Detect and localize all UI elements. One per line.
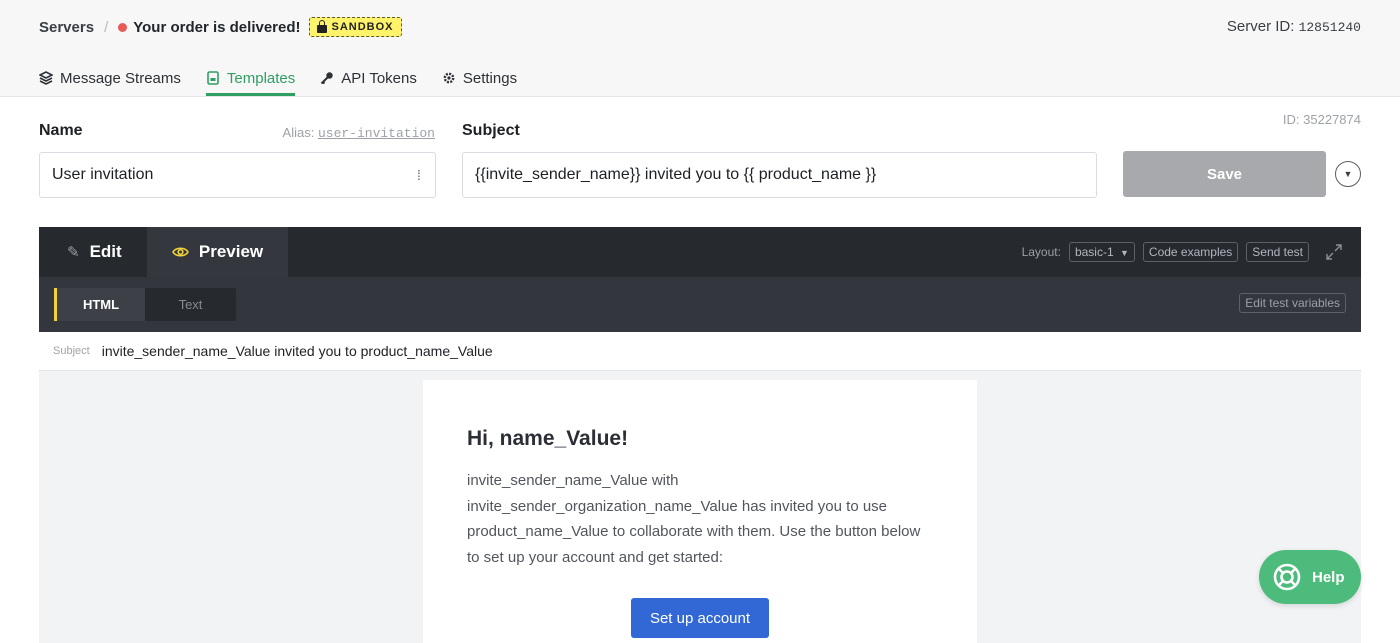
format-toolbar: HTML Text Edit test variables: [39, 277, 1361, 332]
tab-templates-label: Templates: [226, 69, 296, 87]
server-id-label: Server ID:: [1226, 18, 1295, 35]
caret-down-icon: ▼: [1119, 248, 1129, 258]
tab-message-streams-label: Message Streams: [60, 69, 181, 87]
preview-subject-label: Subject: [53, 345, 90, 357]
email-heading: Hi, name_Value!: [467, 427, 629, 450]
editor-toolbar: ✎ Edit Preview Layout: basic-1 ▼ Code ex…: [39, 227, 1361, 277]
name-label: Name: [39, 122, 83, 139]
layout-label: Layout:: [1021, 245, 1061, 259]
layout-select[interactable]: basic-1 ▼: [1068, 242, 1135, 262]
server-id: Server ID: 12851240: [1227, 18, 1361, 35]
subject-label: Subject: [462, 122, 520, 139]
alias-link[interactable]: user-invitation: [318, 126, 435, 141]
setup-account-button[interactable]: Set up account: [631, 598, 769, 638]
code-examples-button[interactable]: Code examples: [1142, 242, 1239, 262]
subject-input-value: {{invite_sender_name}} invited you to {{…: [475, 166, 877, 183]
text-cursor-icon: ⁞: [417, 167, 421, 183]
tab-preview[interactable]: Preview: [147, 227, 288, 277]
server-status-dot: [118, 22, 128, 32]
tab-api-tokens-label: API Tokens: [341, 69, 417, 87]
chevron-down-icon: ▼: [1343, 169, 1353, 179]
alias-label: Alias:: [282, 125, 315, 140]
tab-preview-label: Preview: [198, 242, 264, 261]
format-tab-text[interactable]: Text: [145, 288, 236, 321]
lock-icon: [316, 19, 327, 33]
sandbox-badge-label: SANDBOX: [331, 21, 394, 33]
template-id: ID: 35227874: [1282, 112, 1361, 127]
help-label: Help: [1312, 568, 1345, 586]
expand-icon[interactable]: [1325, 243, 1343, 261]
name-input[interactable]: User invitation ⁞: [39, 152, 436, 198]
save-button[interactable]: Save: [1123, 151, 1326, 197]
help-button[interactable]: Help: [1259, 550, 1361, 604]
tab-templates[interactable]: Templates: [205, 60, 296, 96]
top-header: Servers / Your order is delivered! SANDB…: [0, 0, 1400, 97]
tab-api-tokens[interactable]: API Tokens: [320, 60, 417, 96]
layout-select-value: basic-1: [1074, 245, 1114, 259]
alias: Alias: user-invitation: [283, 125, 435, 141]
tab-settings-label: Settings: [462, 69, 518, 87]
subject-input[interactable]: {{invite_sender_name}} invited you to {{…: [462, 152, 1097, 198]
format-toggle: HTML Text: [54, 288, 236, 321]
gear-icon: [443, 72, 455, 84]
preview-subject-row: Subject invite_sender_name_Value invited…: [39, 332, 1361, 371]
template-icon: [207, 71, 219, 85]
key-icon: [321, 72, 333, 85]
server-nav-tabs: Message Streams Templates API Tokens Set…: [39, 60, 517, 96]
lifebuoy-icon: [1273, 563, 1301, 591]
server-name[interactable]: Your order is delivered!: [133, 19, 300, 36]
tab-settings[interactable]: Settings: [442, 60, 517, 96]
eye-icon: [171, 247, 189, 257]
tab-edit[interactable]: ✎ Edit: [67, 227, 122, 277]
tab-message-streams[interactable]: Message Streams: [39, 60, 181, 96]
email-preview: Hi, name_Value! invite_sender_name_Value…: [423, 380, 977, 643]
server-id-value: 12851240: [1298, 20, 1361, 35]
tab-edit-label: Edit: [89, 242, 122, 261]
edit-test-variables-button[interactable]: Edit test variables: [1239, 293, 1346, 313]
streams-icon: [39, 71, 53, 85]
format-tab-html[interactable]: HTML: [54, 288, 145, 321]
breadcrumb-servers-link[interactable]: Servers: [39, 19, 94, 36]
sandbox-badge: SANDBOX: [308, 17, 402, 37]
name-input-value: User invitation: [52, 166, 154, 183]
send-test-button[interactable]: Send test: [1246, 242, 1309, 262]
breadcrumb-separator: /: [104, 18, 109, 36]
editor-actions: Layout: basic-1 ▼ Code examples Send tes…: [1022, 242, 1343, 262]
preview-subject-value: invite_sender_name_Value invited you to …: [101, 343, 493, 359]
more-options-button[interactable]: ▼: [1335, 161, 1361, 187]
breadcrumb: Servers / Your order is delivered! SANDB…: [39, 16, 402, 38]
email-body: invite_sender_name_Value with invite_sen…: [467, 472, 921, 566]
template-editor: ✎ Edit Preview Layout: basic-1 ▼ Code ex…: [39, 227, 1361, 643]
pencil-icon: ✎: [67, 244, 80, 261]
